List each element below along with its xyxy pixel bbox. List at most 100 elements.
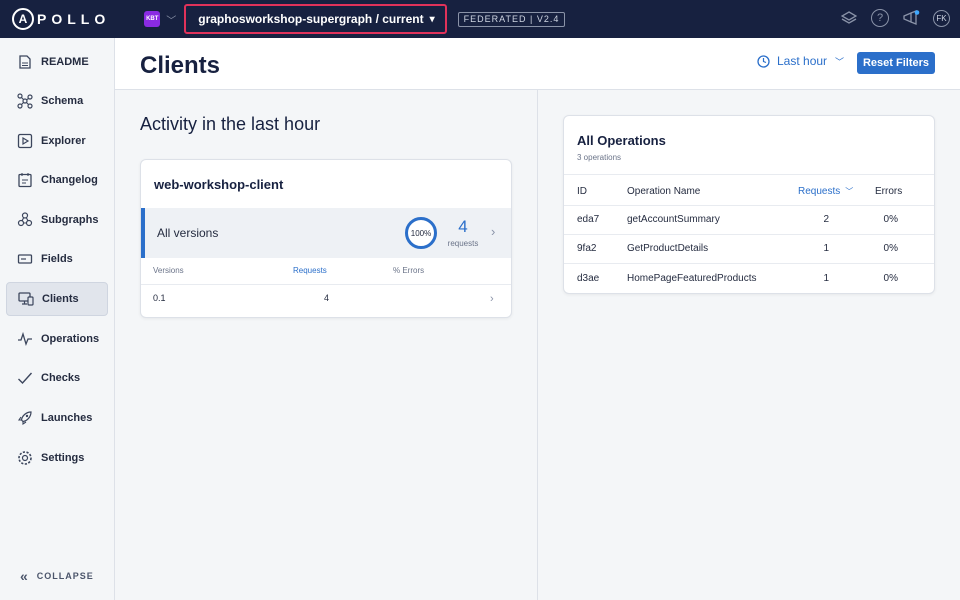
sidebar-item-clients[interactable]: Clients [6,282,108,316]
sidebar-item-label: Operations [41,333,100,345]
federation-badge: FEDERATED | V2.4 [457,11,566,27]
chevron-right-icon[interactable]: › [490,293,494,305]
op-id-cell: d3ae [577,273,600,284]
client-name: web-workshop-client [154,177,284,192]
layers-icon[interactable] [840,9,858,27]
operations-icon [16,330,34,348]
divider [564,174,934,175]
fields-icon [16,250,34,268]
graph-variant-label: graphosworkshop-supergraph / current [198,12,424,26]
op-id-cell: 9fa2 [577,243,597,254]
sort-desc-icon: ﹀ [845,187,854,196]
requests-column-header[interactable]: Requests ﹀ [798,186,853,197]
page-title: Clients [140,52,221,79]
sidebar-item-label: Changelog [41,174,98,186]
time-range-selector[interactable]: Last hour ﹀ [757,54,844,68]
op-name-cell[interactable]: HomePageFeaturedProducts [627,273,757,284]
sidebar-item-launches[interactable]: Launches [6,401,108,435]
activity-pane: Activity in the last hour web-workshop-c… [115,90,537,600]
time-range-label: Last hour [777,54,828,68]
sidebar-item-operations[interactable]: Operations [6,322,108,356]
request-count: 4 [458,217,468,236]
apollo-logo-text: POLLO [37,11,111,27]
sidebar-item-readme[interactable]: README [6,45,108,79]
sidebar-item-fields[interactable]: Fields [6,242,108,276]
pane-divider [537,90,538,600]
requests-column-header[interactable]: Requests [293,266,327,275]
reset-filters-button[interactable]: Reset Filters [857,52,935,74]
op-requests-cell: 1 [823,273,829,284]
requests-column-label: Requests [798,186,841,197]
chevron-down-icon: ▾ [429,13,435,25]
request-count-label: requests [447,239,479,248]
sidebar-item-label: Settings [41,452,85,464]
sidebar-item-subgraphs[interactable]: Subgraphs [6,203,108,237]
op-name-cell[interactable]: getAccountSummary [627,214,720,225]
apollo-logo[interactable]: A POLLO [12,8,110,30]
op-name-cell[interactable]: GetProductDetails [627,243,708,254]
all-versions-label: All versions [157,226,219,240]
page-header: Clients Last hour ﹀ Reset Filters [115,38,960,90]
sidebar-item-label: Fields [41,253,73,265]
divider [564,234,934,235]
operations-card: All Operations 3 operations ID Operation… [563,115,935,294]
megaphone-icon[interactable] [902,9,920,27]
version-cell: 0.1 [153,293,166,303]
clients-icon [17,290,35,308]
sidebar: README Schema Explorer Changelog Subgrap… [0,38,115,600]
sidebar-item-explorer[interactable]: Explorer [6,124,108,158]
changelog-icon [16,171,34,189]
sidebar-item-changelog[interactable]: Changelog [6,163,108,197]
chevron-down-icon[interactable]: ﹀ [166,12,176,27]
avatar[interactable]: FK [933,9,950,27]
versions-column-header: Versions [153,266,184,275]
operation-name-column-header: Operation Name [627,186,701,197]
top-bar: A POLLO KBT ﹀ graphosworkshop-supergraph… [0,0,960,38]
sidebar-item-label: Checks [41,372,81,384]
percent-donut: 100% [405,217,437,249]
readme-icon [16,53,34,71]
version-requests-cell: 4 [323,293,329,303]
sidebar-item-label: README [41,56,89,68]
sidebar-item-schema[interactable]: Schema [6,84,108,118]
apollo-logo-mark: A [12,8,34,30]
sidebar-item-checks[interactable]: Checks [6,361,108,395]
divider [141,284,511,285]
op-requests-cell: 2 [823,214,829,225]
errors-column-header: % Errors [393,266,425,275]
sidebar-item-label: Schema [41,95,84,107]
sidebar-item-settings[interactable]: Settings [6,441,108,475]
subgraphs-icon [16,211,34,229]
clock-icon [757,54,770,68]
launches-icon [16,409,34,427]
activity-title: Activity in the last hour [140,114,321,134]
op-errors-cell: 0% [883,273,898,284]
sidebar-item-label: Subgraphs [41,214,99,226]
org-badge[interactable]: KBT [144,11,161,27]
sidebar-item-label: Launches [41,412,93,424]
graph-variant-selector[interactable]: graphosworkshop-supergraph / current ▾ [184,4,447,34]
chevron-right-icon: › [491,224,496,239]
op-id-cell: eda7 [577,214,600,225]
checks-icon [16,369,34,387]
help-icon[interactable]: ? [871,9,889,27]
divider [564,205,934,206]
op-errors-cell: 0% [883,243,898,254]
operations-count: 3 operations [577,153,622,162]
sidebar-item-label: Clients [42,293,79,305]
errors-column-header: Errors [875,186,903,197]
op-requests-cell: 1 [823,243,829,254]
all-versions-row[interactable]: All versions 100% 4 requests › [141,208,511,258]
explorer-icon [16,132,34,150]
operations-title: All Operations [577,133,666,148]
chevron-down-icon: ﹀ [835,56,845,67]
collapse-label: COLLAPSE [36,571,94,581]
collapse-button[interactable]: « COLLAPSE [20,568,94,584]
sidebar-item-label: Explorer [41,135,86,147]
op-errors-cell: 0% [883,214,898,225]
schema-icon [16,92,34,110]
client-card: web-workshop-client All versions 100% 4 … [140,159,512,318]
id-column-header: ID [577,186,587,197]
settings-icon [16,449,34,467]
percent-label: 100% [411,229,431,238]
